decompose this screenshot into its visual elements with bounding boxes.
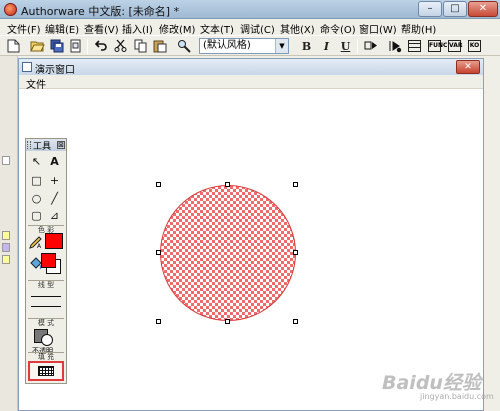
icon-palette-item: [2, 156, 10, 165]
grip-icon[interactable]: [27, 141, 31, 149]
menu-edit[interactable]: 编辑(E): [45, 21, 79, 36]
toolbar: (默认风格) ▼ B I U FUNC VAR KO: [0, 35, 500, 56]
icon-palette-item: [2, 231, 10, 240]
presentation-title-bar: 演示窗口 ✕: [19, 59, 483, 76]
minimize-button[interactable]: –: [418, 1, 442, 17]
find-icon[interactable]: [177, 39, 192, 54]
open-icon[interactable]: [30, 39, 45, 54]
fill-pattern-button[interactable]: [28, 361, 64, 381]
cut-icon[interactable]: [113, 39, 128, 54]
fill-pattern-icon: [38, 366, 54, 376]
ellipse-tool-icon[interactable]: ○: [28, 191, 45, 207]
menu-debug[interactable]: 调试(C): [240, 21, 275, 36]
menu-insert[interactable]: 插入(I): [122, 21, 153, 36]
new-icon[interactable]: [6, 39, 21, 54]
functions-icon[interactable]: FUNC: [428, 40, 447, 52]
resize-handle[interactable]: [293, 182, 298, 187]
title-bar: Authorware 中文版: [未命名] * – □ ✕: [0, 0, 500, 19]
icon-palette-item: [2, 255, 10, 264]
menu-view[interactable]: 查看(V): [84, 21, 119, 36]
copy-icon[interactable]: [133, 39, 148, 54]
resize-handle[interactable]: [225, 319, 230, 324]
baidu-watermark: Baidu经验 jingyan.baidu.com: [382, 366, 494, 406]
flowline-window-edge: [0, 56, 18, 411]
close-button[interactable]: ✕: [468, 1, 498, 17]
close-icon[interactable]: ⊠: [57, 141, 65, 149]
polygon-tool-icon[interactable]: ⊿: [46, 208, 63, 224]
text-style-value: (默认风格): [203, 40, 251, 51]
authorware-app: Authorware 中文版: [未命名] * – □ ✕ 文件(F) 编辑(E…: [0, 0, 500, 411]
paste-icon[interactable]: [152, 39, 167, 54]
maximize-button[interactable]: □: [443, 1, 467, 17]
variables-icon[interactable]: VAR: [448, 40, 463, 52]
menu-file[interactable]: 文件(F): [7, 21, 41, 36]
import-icon[interactable]: [68, 39, 83, 54]
menu-bar: 文件(F) 编辑(E) 查看(V) 插入(I) 修改(M) 文本(T) 调试(C…: [0, 19, 500, 36]
menu-help[interactable]: 帮助(H): [401, 21, 436, 36]
restart-icon[interactable]: [387, 39, 402, 54]
menu-other[interactable]: 其他(X): [280, 21, 315, 36]
resize-handle[interactable]: [156, 182, 161, 187]
toolbar-separator: [357, 39, 358, 54]
undo-icon[interactable]: [94, 39, 109, 54]
watermark-url: jingyan.baidu.com: [420, 392, 494, 401]
fill-section-label: 填 充: [28, 352, 64, 361]
presentation-menu-bar: 文件: [19, 75, 483, 91]
stage-canvas[interactable]: [19, 89, 483, 410]
crosshair-line-tool-icon[interactable]: +: [46, 173, 63, 189]
toolbar-separator: [87, 39, 88, 54]
control-panel-icon[interactable]: [408, 40, 421, 52]
chevron-down-icon[interactable]: ▼: [275, 39, 288, 53]
line-tool-icon[interactable]: ╱: [46, 191, 63, 207]
stroke-color-swatch[interactable]: [45, 233, 63, 249]
menu-text[interactable]: 文本(T): [200, 21, 234, 36]
resize-handle[interactable]: [225, 182, 230, 187]
pen-color-icon: A: [29, 235, 43, 252]
window-icon: [22, 62, 32, 72]
resize-handle[interactable]: [156, 319, 161, 324]
run-icon[interactable]: [363, 39, 378, 54]
tools-title-bar[interactable]: 工具 ⊠: [26, 139, 66, 152]
knowledge-objects-icon[interactable]: KO: [468, 40, 481, 52]
menu-commands[interactable]: 命令(O): [320, 21, 356, 36]
circle-shape[interactable]: [160, 185, 296, 321]
line-style-sample[interactable]: [31, 296, 61, 297]
mode-section-label: 模 式: [28, 318, 64, 327]
presentation-title: 演示窗口: [35, 65, 75, 76]
text-tool-icon[interactable]: A: [46, 154, 63, 170]
watermark-logo: Baidu经验: [382, 372, 481, 394]
icon-palette-item: [2, 243, 10, 252]
resize-handle[interactable]: [156, 250, 161, 255]
resize-handle[interactable]: [293, 319, 298, 324]
resize-handle[interactable]: [293, 250, 298, 255]
line-style-sample[interactable]: [31, 306, 61, 307]
fill-foreground-color-swatch[interactable]: [41, 253, 56, 268]
bold-button[interactable]: B: [299, 39, 314, 54]
text-style-select[interactable]: (默认风格) ▼: [199, 38, 289, 54]
menu-modify[interactable]: 修改(M): [159, 21, 195, 36]
rectangle-tool-icon[interactable]: □: [28, 173, 45, 189]
italic-button[interactable]: I: [319, 39, 334, 54]
mode-circle-icon: [41, 334, 53, 346]
underline-button[interactable]: U: [338, 39, 353, 54]
line-section-label: 线 型: [28, 280, 64, 289]
authorware-logo-icon: [4, 3, 17, 16]
tools-palette: 工具 ⊠ ↖ A □ + ○ ╱ ▢ ⊿ 色 彩 A 线 型 模 式 不透明 填…: [25, 138, 67, 384]
rounded-rectangle-tool-icon[interactable]: ▢: [28, 208, 45, 224]
pointer-tool-icon[interactable]: ↖: [28, 154, 45, 170]
save-all-icon[interactable]: [50, 39, 65, 54]
presentation-window: 演示窗口 ✕ 文件: [18, 58, 484, 411]
window-title: Authorware 中文版: [未命名] *: [21, 5, 180, 18]
presentation-close-button[interactable]: ✕: [456, 60, 480, 74]
menu-window[interactable]: 窗口(W): [359, 21, 397, 36]
tools-title: 工具: [33, 142, 52, 152]
svg-text:A: A: [37, 243, 42, 249]
